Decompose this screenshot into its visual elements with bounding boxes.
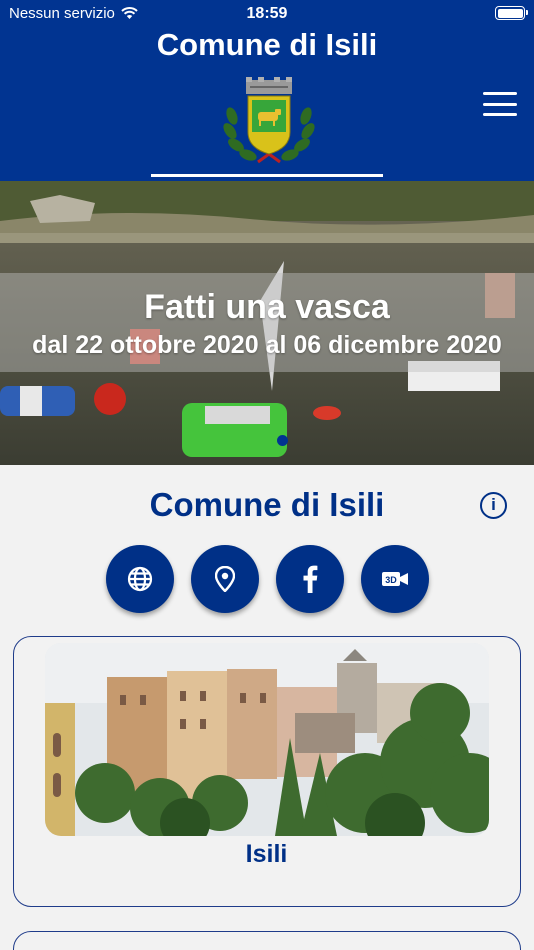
place-card[interactable]: Isili [13,636,521,907]
carousel-dot-icon[interactable] [277,435,288,446]
app-title: Comune di Isili [156,27,378,62]
svg-text:3D: 3D [385,575,397,585]
banner-subtitle: dal 22 ottobre 2020 al 06 dicembre 2020 [32,331,502,359]
next-card[interactable] [13,931,521,950]
banner-caption: Fatti una vasca dal 22 ottobre 2020 al 0… [0,273,534,372]
status-bar: Nessun servizio 18:59 [0,0,534,28]
location-pin-icon [215,566,235,592]
app-header: Nessun servizio 18:59 Comune di Isili [0,0,534,181]
info-icon[interactable]: i [480,492,507,519]
3d-video-icon: 3D [382,572,408,586]
facebook-button[interactable] [276,545,344,613]
status-time: 18:59 [246,5,288,22]
card-label: Isili [245,840,288,868]
page-title: Comune di Isili [149,486,385,523]
3d-video-button[interactable]: 3D [361,545,429,613]
event-banner[interactable]: Fatti una vasca dal 22 ottobre 2020 al 0… [0,181,534,465]
action-buttons: 3D [106,545,429,613]
town-photo [45,643,489,836]
globe-icon [127,566,153,592]
header-underline [151,174,383,177]
battery-icon [495,6,528,20]
map-button[interactable] [191,545,259,613]
website-button[interactable] [106,545,174,613]
banner-title: Fatti una vasca [144,288,390,326]
facebook-icon [303,565,318,593]
hamburger-menu-icon[interactable] [483,92,517,116]
coat-of-arms-logo [223,77,315,164]
